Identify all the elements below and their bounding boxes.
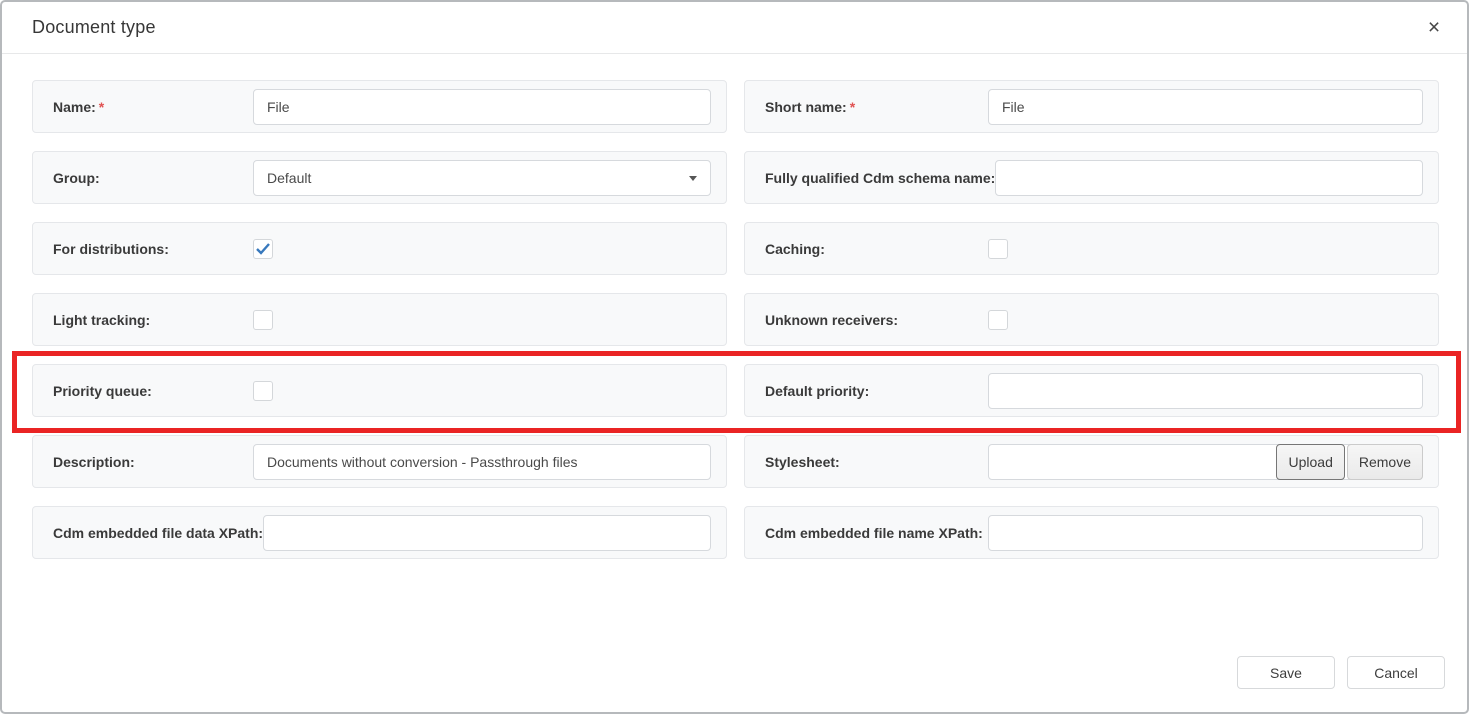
- short-name-input[interactable]: [988, 89, 1423, 125]
- field-priority-queue: Priority queue:: [32, 364, 727, 417]
- description-label: Description:: [53, 454, 253, 470]
- caching-checkbox[interactable]: [988, 239, 1008, 259]
- field-default-priority: Default priority:: [744, 364, 1439, 417]
- name-label: Name:*: [53, 99, 253, 115]
- caching-label: Caching:: [765, 241, 988, 257]
- field-caching: Caching:: [744, 222, 1439, 275]
- stylesheet-buttons: Upload Remove: [1276, 444, 1423, 480]
- required-asterisk: *: [850, 99, 855, 115]
- field-for-distributions: For distributions:: [32, 222, 727, 275]
- save-button[interactable]: Save: [1237, 656, 1335, 689]
- field-description: Description:: [32, 435, 727, 488]
- cdm-file-data-xpath-label: Cdm embedded file data XPath:: [53, 525, 263, 541]
- unknown-receivers-label: Unknown receivers:: [765, 312, 988, 328]
- group-select-value: Default: [267, 170, 311, 186]
- description-input[interactable]: [253, 444, 711, 480]
- stylesheet-input-wrap: Upload Remove: [988, 444, 1423, 480]
- form-grid: Name:* Short name:* Group: Default Fully…: [32, 80, 1439, 559]
- for-distributions-label: For distributions:: [53, 241, 253, 257]
- light-tracking-checkbox[interactable]: [253, 310, 273, 330]
- close-icon[interactable]: ×: [1421, 14, 1447, 40]
- priority-queue-checkbox[interactable]: [253, 381, 273, 401]
- field-group: Group: Default: [32, 151, 727, 204]
- cancel-button[interactable]: Cancel: [1347, 656, 1445, 689]
- dialog-title: Document type: [32, 17, 156, 38]
- cdm-schema-name-input[interactable]: [995, 160, 1423, 196]
- field-unknown-receivers: Unknown receivers:: [744, 293, 1439, 346]
- cdm-file-data-xpath-input[interactable]: [263, 515, 711, 551]
- short-name-label: Short name:*: [765, 99, 988, 115]
- field-light-tracking: Light tracking:: [32, 293, 727, 346]
- field-cdm-schema-name: Fully qualified Cdm schema name:: [744, 151, 1439, 204]
- checkmark-icon: [256, 243, 270, 255]
- field-cdm-file-data-xpath: Cdm embedded file data XPath:: [32, 506, 727, 559]
- field-short-name: Short name:*: [744, 80, 1439, 133]
- group-select[interactable]: Default: [253, 160, 711, 196]
- remove-button[interactable]: Remove: [1347, 444, 1423, 480]
- name-input[interactable]: [253, 89, 711, 125]
- required-asterisk: *: [99, 99, 104, 115]
- field-stylesheet: Stylesheet: Upload Remove: [744, 435, 1439, 488]
- dialog-header: Document type ×: [2, 2, 1467, 54]
- cdm-schema-name-label: Fully qualified Cdm schema name:: [765, 170, 995, 186]
- cdm-file-name-xpath-label: Cdm embedded file name XPath:: [765, 525, 988, 541]
- default-priority-input[interactable]: [988, 373, 1423, 409]
- field-name: Name:*: [32, 80, 727, 133]
- dialog-footer: Save Cancel: [1237, 656, 1445, 689]
- group-label: Group:: [53, 170, 253, 186]
- stylesheet-label: Stylesheet:: [765, 454, 988, 470]
- light-tracking-label: Light tracking:: [53, 312, 253, 328]
- for-distributions-checkbox[interactable]: [253, 239, 273, 259]
- field-cdm-file-name-xpath: Cdm embedded file name XPath:: [744, 506, 1439, 559]
- priority-queue-label: Priority queue:: [53, 383, 253, 399]
- chevron-down-icon: [689, 176, 697, 181]
- default-priority-label: Default priority:: [765, 383, 988, 399]
- upload-button[interactable]: Upload: [1276, 444, 1344, 480]
- unknown-receivers-checkbox[interactable]: [988, 310, 1008, 330]
- cdm-file-name-xpath-input[interactable]: [988, 515, 1423, 551]
- document-type-dialog: Document type × Name:* Short name:* Grou…: [0, 0, 1469, 714]
